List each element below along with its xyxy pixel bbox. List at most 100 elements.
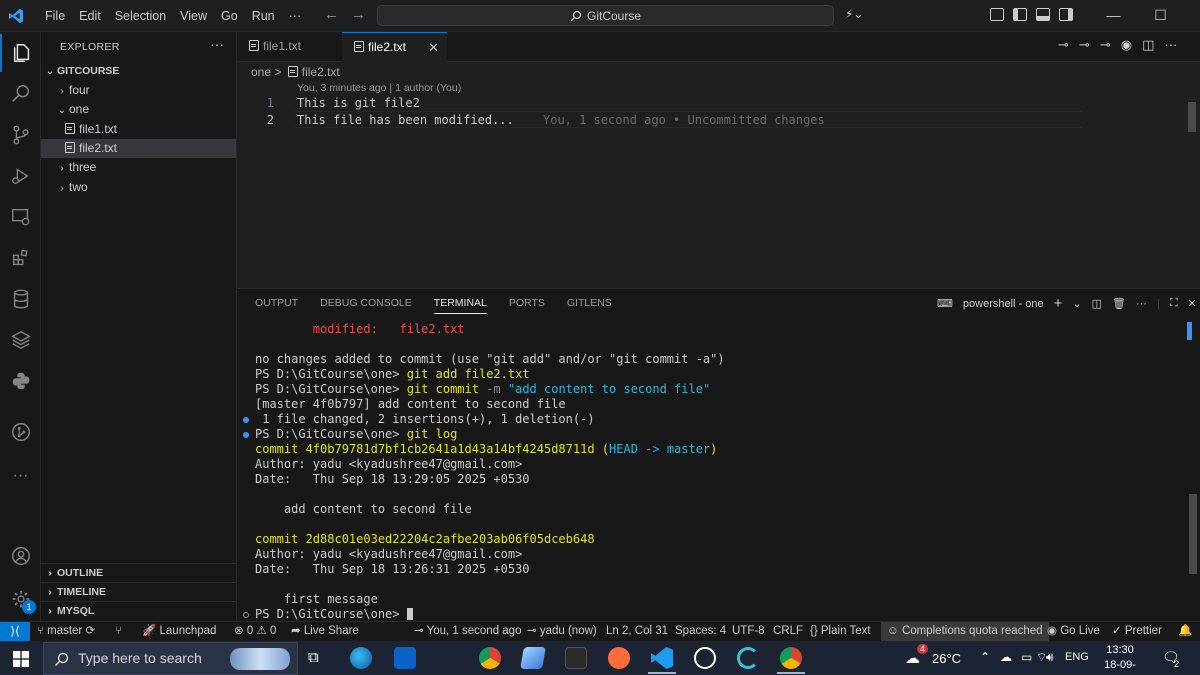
encoding[interactable]: UTF-8 — [732, 622, 765, 641]
launchpad-status[interactable]: 🚀 Launchpad — [142, 622, 216, 641]
copilot-status[interactable]: ☺ Completions quota reached — [881, 622, 1049, 641]
sidebar-more-icon[interactable]: ··· — [210, 36, 224, 52]
tab-gitlens[interactable]: GITLENS — [567, 297, 612, 314]
accounts-icon[interactable] — [0, 537, 41, 575]
gitlens-icon[interactable] — [0, 413, 41, 451]
search-icon[interactable] — [0, 75, 41, 113]
split-editor-icon[interactable]: ◫ — [1142, 37, 1154, 53]
close-tab-icon[interactable]: ✕ — [428, 33, 439, 62]
language-mode[interactable]: {} Plain Text — [810, 622, 871, 641]
gitlens-prev-change-icon[interactable]: ⊸ — [1058, 37, 1069, 53]
editor-scrollbar[interactable] — [1188, 102, 1196, 132]
close-window-icon[interactable]: ✕ — [1184, 0, 1200, 32]
wave-app-icon[interactable] — [737, 647, 759, 669]
outlook-icon[interactable] — [394, 647, 416, 669]
app-icon[interactable] — [520, 647, 546, 669]
copilot-menu-icon[interactable]: ⚡⌄ — [845, 7, 863, 21]
minimize-icon[interactable]: — — [1090, 0, 1137, 32]
tree-file-file1[interactable]: file1.txt — [41, 120, 236, 139]
remote-explorer-icon[interactable] — [0, 198, 41, 236]
vscode-taskbar-icon[interactable] — [651, 647, 673, 669]
go-live-status[interactable]: ◉ Go Live — [1047, 622, 1100, 641]
battery-icon[interactable]: ▭ — [1021, 650, 1032, 664]
close-panel-icon[interactable]: ✕ — [1188, 297, 1197, 310]
cursor-position[interactable]: Ln 2, Col 31 — [606, 622, 668, 641]
task-view-icon[interactable]: ⧉ — [308, 649, 319, 666]
remote-indicator-icon[interactable]: ⟩⟨ — [0, 622, 30, 641]
code-line[interactable]: 2 This file has been modified... You, 1 … — [237, 112, 1137, 129]
tab-debug-console[interactable]: DEBUG CONSOLE — [320, 297, 412, 314]
chevron-down-icon[interactable]: ⌄ — [1072, 297, 1081, 310]
outline-section[interactable]: › OUTLINE — [41, 563, 236, 582]
back-arrow-icon[interactable]: ← — [324, 6, 339, 23]
workspace-folder[interactable]: ⌄ GITCOURSE — [41, 62, 236, 81]
gitlens-next-icon[interactable]: ⊸ — [1100, 37, 1111, 53]
breadcrumb-file[interactable]: file2.txt — [302, 65, 340, 79]
tab-terminal[interactable]: TERMINAL — [433, 297, 487, 314]
tree-folder-four[interactable]: › four — [41, 81, 236, 100]
gitlens-inspect-icon[interactable]: ◉ — [1121, 37, 1132, 53]
input-language[interactable]: ENG — [1065, 651, 1089, 663]
command-decoration-icon[interactable] — [243, 417, 249, 423]
breadcrumb-folder[interactable]: one — [251, 65, 271, 79]
tree-folder-two[interactable]: › two — [41, 178, 236, 197]
more-views-icon[interactable]: ··· — [0, 457, 41, 495]
editor-area[interactable]: one > file2.txt You, 3 minutes ago | 1 a… — [237, 62, 1200, 288]
volume-icon[interactable]: 🔊︎ — [1046, 650, 1054, 665]
maximize-panel-icon[interactable]: ⛶ — [1170, 297, 1178, 310]
notifications-bell-icon[interactable]: 🔔 — [1178, 622, 1192, 641]
menu-selection[interactable]: Selection — [108, 9, 173, 23]
menu-more[interactable]: ··· — [282, 9, 309, 23]
terminal-name[interactable]: powershell - one — [963, 298, 1044, 310]
menu-file[interactable]: File — [38, 9, 72, 23]
author-status[interactable]: ⊸ yadu (now) — [527, 622, 597, 641]
gitlens-graph-icon[interactable]: ⑂ — [115, 622, 122, 641]
manage-gear-icon[interactable]: 1 — [0, 580, 41, 618]
live-share-status[interactable]: ➦ Live Share — [291, 622, 359, 641]
source-control-icon[interactable] — [0, 116, 41, 154]
menu-go[interactable]: Go — [214, 9, 245, 23]
toggle-primary-sidebar-icon[interactable] — [1013, 8, 1027, 21]
database-icon[interactable] — [0, 280, 41, 318]
tree-folder-one[interactable]: ⌄ one — [41, 100, 236, 119]
chevron-up-icon[interactable]: ⌃ — [980, 650, 990, 664]
menu-edit[interactable]: Edit — [72, 9, 108, 23]
editor-more-icon[interactable]: ··· — [1164, 37, 1177, 53]
menu-view[interactable]: View — [173, 9, 214, 23]
explorer-icon[interactable] — [0, 34, 41, 72]
toggle-panel-icon[interactable] — [1036, 8, 1050, 21]
python-icon[interactable] — [0, 362, 41, 400]
gitlens-codelens[interactable]: You, 3 minutes ago | 1 author (You) — [297, 82, 461, 94]
edge-icon[interactable] — [350, 647, 372, 669]
command-center[interactable]: GitCourse — [377, 5, 834, 26]
chatgpt-icon[interactable] — [694, 647, 716, 669]
tab-file1[interactable]: file1.txt — [237, 32, 342, 62]
mysql-section[interactable]: › MYSQL — [41, 601, 236, 620]
layers-icon[interactable] — [0, 321, 41, 359]
maximize-icon[interactable]: ☐ — [1137, 0, 1184, 32]
chrome-profile-icon[interactable] — [780, 647, 802, 669]
terminal-scrollbar[interactable] — [1189, 494, 1197, 574]
new-terminal-icon[interactable]: + — [1054, 295, 1063, 312]
code-line[interactable]: 1 This is git file2 — [237, 95, 1137, 112]
branch-status[interactable]: ⑂ master ⟳ — [37, 622, 95, 641]
tree-folder-three[interactable]: › three — [41, 158, 236, 177]
weather-temp[interactable]: 26°C — [932, 651, 961, 666]
timeline-section[interactable]: › TIMELINE — [41, 582, 236, 601]
tab-output[interactable]: OUTPUT — [255, 297, 298, 314]
tree-file-file2[interactable]: file2.txt — [41, 139, 236, 158]
indentation[interactable]: Spaces: 4 — [675, 622, 726, 641]
run-debug-icon[interactable] — [0, 157, 41, 195]
command-decoration-icon[interactable] — [243, 612, 249, 618]
menu-run[interactable]: Run — [245, 9, 282, 23]
tab-ports[interactable]: PORTS — [509, 297, 545, 314]
customize-layout-icon[interactable] — [990, 8, 1004, 21]
tab-file2[interactable]: file2.txt ✕ — [342, 32, 447, 62]
postman-icon[interactable] — [608, 647, 630, 669]
extensions-icon[interactable] — [0, 239, 41, 277]
windows-start-icon[interactable] — [13, 651, 29, 667]
end-of-line[interactable]: CRLF — [773, 622, 803, 641]
taskbar-search-box[interactable]: Type here to search — [43, 642, 298, 675]
problems-status[interactable]: ⊗ 0 ⚠ 0 — [234, 622, 276, 641]
trash-icon[interactable]: 🗑 — [1112, 297, 1126, 310]
